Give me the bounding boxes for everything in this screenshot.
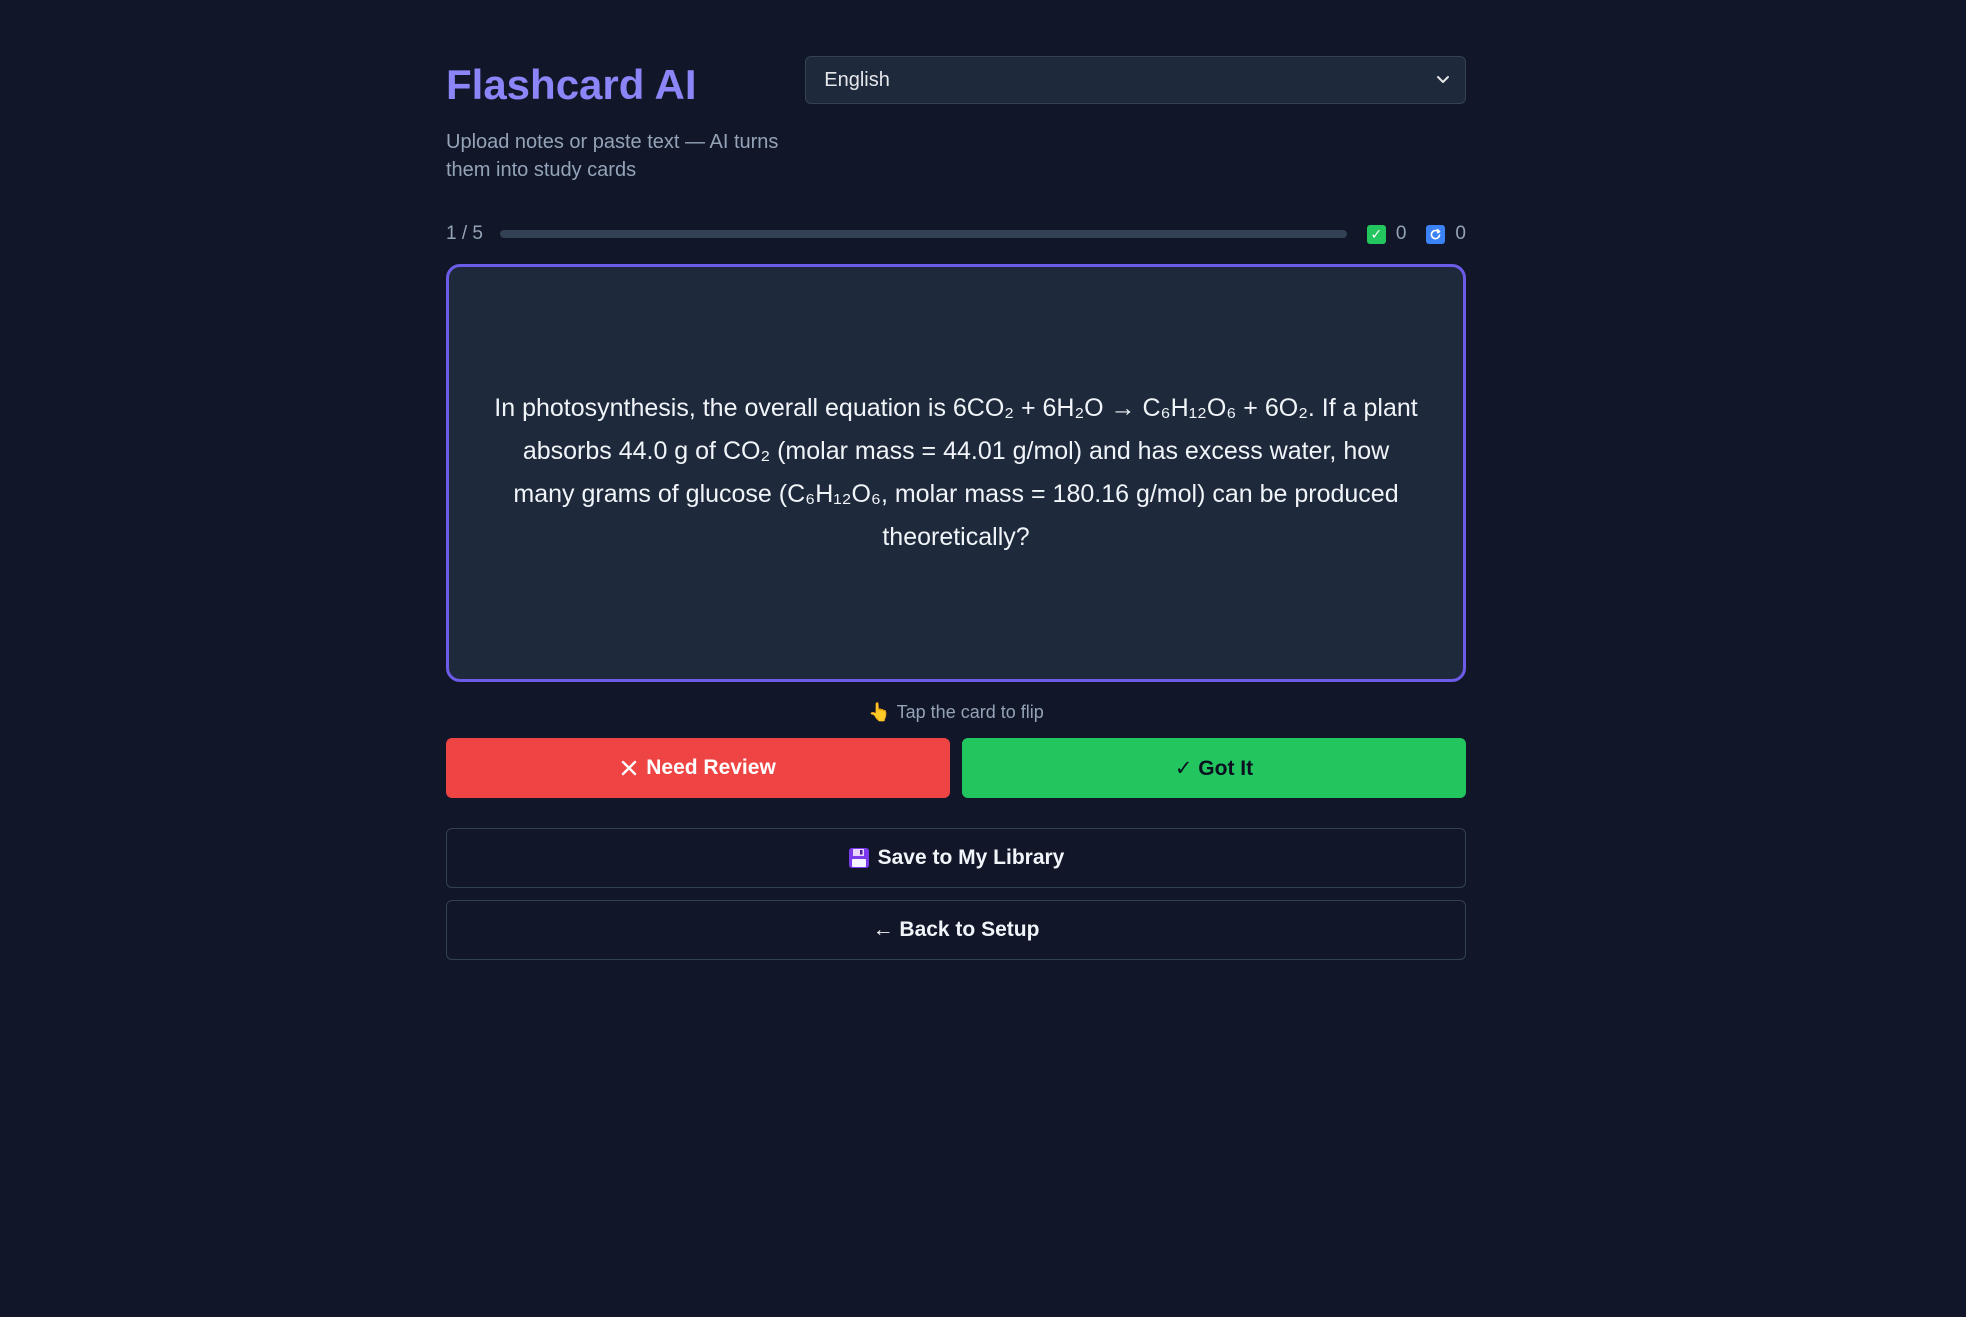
header: Flashcard AI Upload notes or paste text … xyxy=(446,56,1466,206)
chevron-down-icon xyxy=(1437,76,1449,83)
review-stat: 0 xyxy=(1426,223,1466,245)
progress-counter: 1 / 5 xyxy=(446,223,483,244)
known-count: 0 xyxy=(1395,223,1407,244)
app-container: Flashcard AI Upload notes or paste text … xyxy=(446,56,1466,960)
back-to-setup-button[interactable]: ← Back to Setup xyxy=(446,900,1466,960)
progress-bar xyxy=(500,230,1347,238)
known-stat: ✓ 0 xyxy=(1366,223,1407,245)
save-to-library-button[interactable]: Save to My Library xyxy=(446,828,1466,888)
close-icon xyxy=(620,759,638,777)
pointing-hand-icon: 👆 xyxy=(868,702,891,722)
answer-actions: Need Review ✓ Got It xyxy=(446,738,1466,798)
flashcard-question: In photosynthesis, the overall equation … xyxy=(494,394,1418,551)
check-box-icon: ✓ xyxy=(1366,224,1386,244)
need-review-label: Need Review xyxy=(646,756,776,779)
back-to-setup-label: ← Back to Setup xyxy=(872,918,1040,941)
need-review-button[interactable]: Need Review xyxy=(446,738,950,798)
got-it-button[interactable]: ✓ Got It xyxy=(962,738,1466,798)
flashcard[interactable]: In photosynthesis, the overall equation … xyxy=(446,264,1466,682)
app-subtitle: Upload notes or paste text — AI turns th… xyxy=(446,131,779,182)
language-select[interactable]: English xyxy=(805,56,1466,104)
flip-hint: 👆 Tap the card to flip xyxy=(446,702,1466,726)
review-count: 0 xyxy=(1455,223,1466,244)
flip-hint-text: Tap the card to flip xyxy=(896,702,1044,722)
refresh-icon xyxy=(1426,224,1446,244)
language-select-value: English xyxy=(824,68,890,91)
got-it-label: ✓ Got It xyxy=(1174,756,1254,780)
floppy-disk-icon xyxy=(848,847,870,869)
brand: Flashcard AI Upload notes or paste text … xyxy=(446,56,805,184)
progress-row: 1 / 5 ✓ 0 0 xyxy=(446,216,1466,252)
app-title: Flashcard AI xyxy=(446,61,697,108)
save-to-library-label: Save to My Library xyxy=(877,846,1065,869)
